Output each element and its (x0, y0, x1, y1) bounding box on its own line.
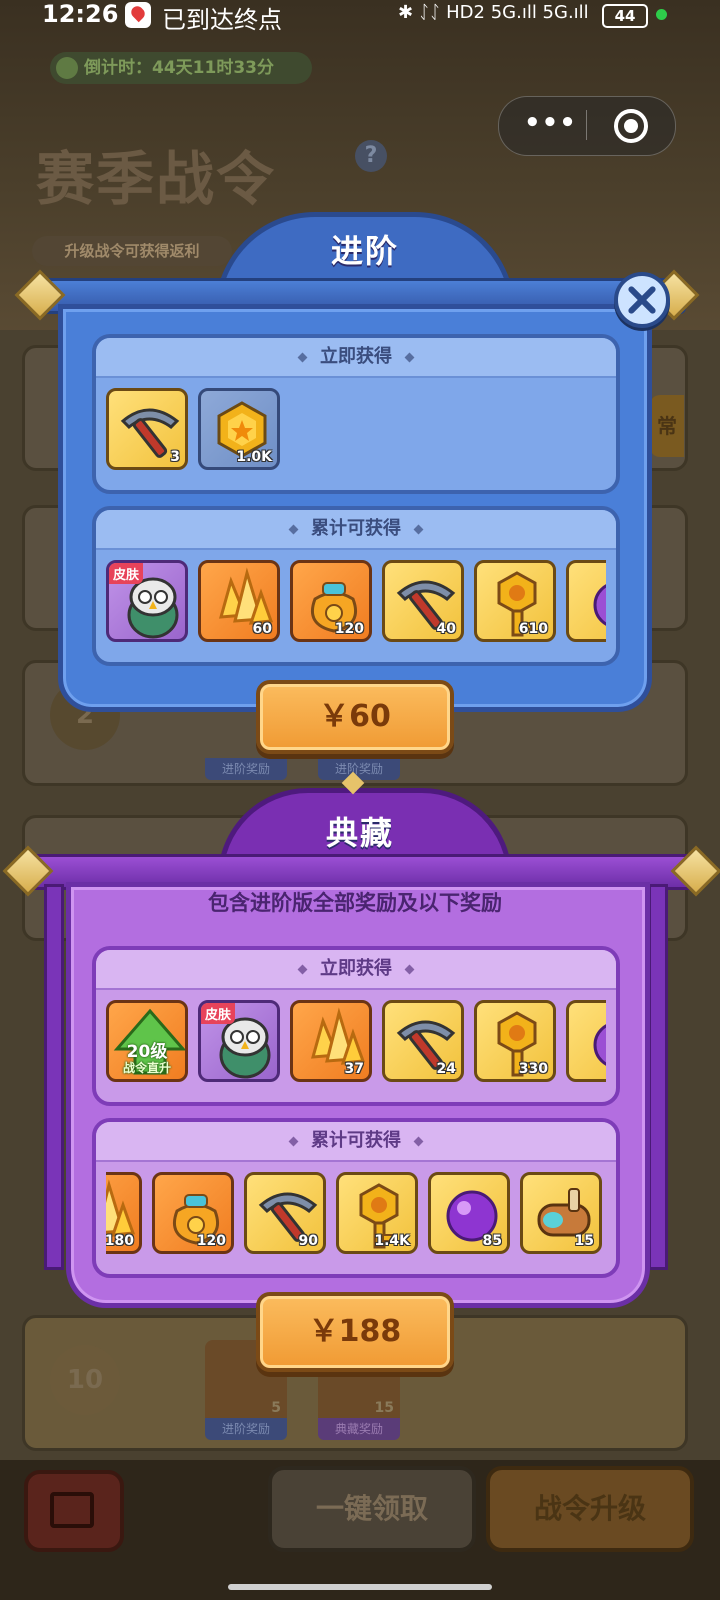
orb-icon (569, 1003, 606, 1079)
item-count: 37 (344, 1061, 364, 1077)
skin-tag: 皮肤 (109, 563, 144, 584)
status-time: 12:26 (42, 0, 119, 28)
reward-item[interactable]: 120 (290, 560, 372, 642)
reward-item[interactable] (566, 1000, 606, 1082)
item-count: 3 (170, 449, 180, 465)
item-count: 60 (252, 621, 272, 637)
status-bar: 12:26 已到达终点 ✱ ᛇᛇ HD2 5G.ıll 5G.ıll 44 (0, 0, 720, 34)
item-count: 15 (574, 1233, 594, 1249)
reward-item[interactable]: 3 (106, 388, 188, 470)
collector-instant-items[interactable]: 20级 战令直升 皮肤 37 24 330 (106, 1000, 606, 1092)
item-count: 24 (436, 1061, 456, 1077)
buy-collector-button[interactable]: ￥188 (256, 1292, 454, 1372)
item-count: 120 (334, 621, 364, 637)
reward-item[interactable]: 120 (152, 1172, 234, 1254)
reward-item[interactable]: 37 (290, 1000, 372, 1082)
help-icon[interactable]: ? (355, 140, 387, 172)
reward-item[interactable]: 330 (474, 1000, 556, 1082)
capsule-divider (586, 110, 587, 140)
battery-icon: 44 (602, 4, 648, 28)
item-count: 90 (298, 1233, 318, 1249)
reward-item[interactable]: 皮肤 (198, 1000, 280, 1082)
panel-pillar (648, 884, 668, 1270)
claim-all-button[interactable]: 一键领取 (268, 1466, 476, 1552)
close-icon[interactable] (614, 272, 670, 328)
more-icon[interactable]: ••• (524, 108, 576, 142)
item-count: 120 (196, 1233, 226, 1249)
collector-cumulative-section: 累计可获得 180 120 90 1.4K 85 15 (92, 1118, 620, 1278)
status-notification: 已到达终点 (162, 6, 282, 34)
back-arrow-icon (50, 1492, 94, 1528)
side-tab[interactable]: 常 (650, 395, 684, 457)
reward-item[interactable]: 60 (198, 560, 280, 642)
reward-item[interactable]: 1.4K (336, 1172, 418, 1254)
reward-item[interactable]: 40 (382, 560, 464, 642)
clock-icon (56, 57, 78, 79)
upgrade-pass-button[interactable]: 战令升级 (486, 1466, 694, 1552)
advanced-cumulative-items[interactable]: 皮肤 60 120 40 610 (106, 560, 606, 652)
home-indicator[interactable] (228, 1584, 492, 1590)
panel-pillar (44, 884, 64, 1270)
collector-subtitle: 包含进阶版全部奖励及以下奖励 (208, 891, 502, 915)
reward-item[interactable]: 180 (106, 1172, 142, 1254)
section-header: 累计可获得 (96, 510, 616, 550)
level-badge: 10 (50, 1345, 120, 1415)
buy-advanced-button[interactable]: ￥60 (256, 680, 454, 754)
advanced-instant-section: 立即获得 3 1.0K (92, 334, 620, 494)
close-mini-program-icon[interactable] (614, 109, 648, 143)
reward-item[interactable]: 90 (244, 1172, 326, 1254)
reward-tag: 进阶奖励 (205, 758, 287, 780)
back-button[interactable] (24, 1470, 124, 1552)
reward-tag: 典藏奖励 (318, 1418, 400, 1440)
reward-item[interactable]: 皮肤 (106, 560, 188, 642)
reward-tag: 进阶奖励 (205, 1418, 287, 1440)
countdown: 倒计时：44天11时33分 (50, 52, 312, 84)
section-header: 立即获得 (96, 950, 616, 990)
item-count: 40 (436, 621, 456, 637)
item-count: 330 (518, 1061, 548, 1077)
item-count: 1.0K (236, 449, 272, 465)
item-count: 610 (518, 621, 548, 637)
signal-icons: ✱ ᛇᛇ HD2 5G.ıll 5G.ıll (398, 2, 589, 23)
reward-item[interactable]: 15 (520, 1172, 602, 1254)
reward-item[interactable]: 610 (474, 560, 556, 642)
item-count: 1.4K (374, 1233, 410, 1249)
collector-title: 典藏 (325, 814, 394, 852)
item-count: 180 (106, 1233, 134, 1249)
orb-icon (569, 563, 606, 639)
privacy-indicator-icon (656, 9, 667, 20)
upgrade-hint: 升级战令可获得返利 (32, 236, 232, 266)
collector-cumulative-items[interactable]: 180 120 90 1.4K 85 15 (106, 1172, 606, 1264)
season-title: 赛季战令 (36, 145, 277, 213)
map-pin-icon (125, 2, 151, 28)
reward-item[interactable]: 1.0K (198, 388, 280, 470)
advanced-title: 进阶 (330, 232, 399, 270)
skin-tag: 皮肤 (201, 1003, 236, 1024)
advanced-cumulative-section: 累计可获得 皮肤 60 120 40 610 (92, 506, 620, 666)
reward-item[interactable]: 24 (382, 1000, 464, 1082)
collector-instant-section: 立即获得 20级 战令直升 皮肤 37 24 330 (92, 946, 620, 1106)
item-count: 85 (482, 1233, 502, 1249)
section-header: 立即获得 (96, 338, 616, 378)
item-level-sublabel: 战令直升 (122, 1061, 171, 1075)
reward-item[interactable]: 85 (428, 1172, 510, 1254)
reward-item[interactable] (566, 560, 606, 642)
advanced-instant-items: 3 1.0K (106, 388, 606, 480)
reward-item[interactable]: 20级 战令直升 (106, 1000, 188, 1082)
section-header: 累计可获得 (96, 1122, 616, 1162)
